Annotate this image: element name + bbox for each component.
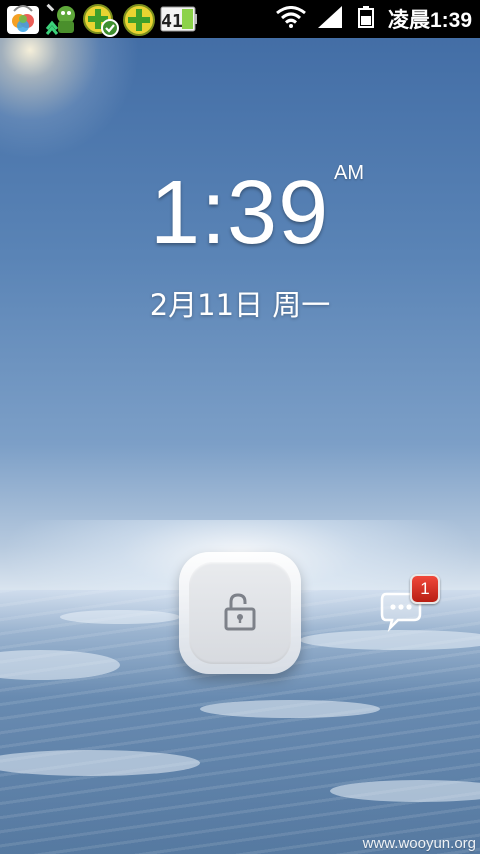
status-bar-time: 凌晨1:39 — [387, 9, 472, 32]
system-status: 凌晨1:39 — [276, 0, 472, 38]
360-security-icon[interactable] — [122, 3, 156, 36]
cell-signal-icon — [317, 6, 342, 32]
game-assistant-icon[interactable] — [44, 3, 78, 35]
unlock-button[interactable] — [179, 552, 301, 674]
clock-ampm: AM — [334, 162, 364, 184]
clock-time: 1:39 — [150, 163, 330, 263]
battery-icon — [357, 6, 374, 32]
watermark: www.wooyun.org — [362, 835, 476, 852]
lock-screen: 41 凌晨1:39 1:39 AM 2月11日 周一 1 www.wooyun.… — [0, 0, 480, 854]
wifi-icon — [276, 6, 306, 32]
status-bar[interactable]: 41 凌晨1:39 — [0, 0, 480, 38]
battery-widget-icon[interactable]: 41 — [160, 3, 198, 35]
battery-widget-text: 41 — [161, 11, 183, 32]
clock-date: 2月11日 周一 — [149, 288, 331, 322]
padlock-open-icon — [224, 593, 256, 631]
unread-message-badge: 1 — [410, 574, 440, 604]
unlock-button-face[interactable] — [189, 562, 291, 664]
store-app-icon[interactable] — [6, 3, 40, 35]
360-security-update-icon[interactable] — [82, 3, 119, 37]
